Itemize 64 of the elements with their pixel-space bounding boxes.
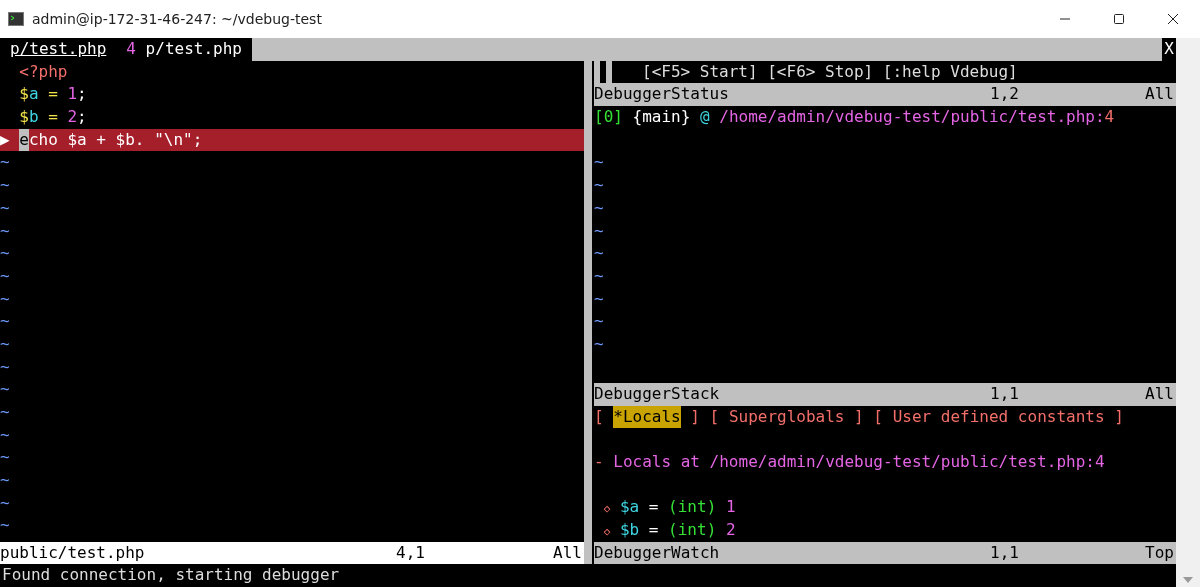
scroll-position: All bbox=[553, 541, 582, 564]
empty-line-marker: ~ bbox=[0, 174, 11, 197]
cursor-position: 1,2 bbox=[990, 83, 1020, 106]
buffer-tab[interactable]: p/test.php bbox=[0, 38, 117, 61]
empty-line-marker: ~ bbox=[0, 469, 11, 492]
status-name: DebuggerStatus bbox=[594, 83, 730, 106]
empty-line-marker: ~ bbox=[0, 378, 11, 401]
empty-line-marker: ~ bbox=[0, 491, 11, 514]
command-line: Found connection, starting debugger bbox=[1, 564, 341, 587]
locals-tab[interactable]: User defined constants bbox=[892, 405, 1105, 429]
empty-line-marker: ~ bbox=[594, 242, 605, 265]
empty-line-marker: ~ bbox=[0, 310, 11, 333]
bracket: ] bbox=[1113, 405, 1124, 428]
empty-line-marker: ~ bbox=[0, 446, 11, 469]
maximize-icon bbox=[1113, 13, 1125, 25]
buffer-tab[interactable]: 4 p/test.php bbox=[116, 38, 252, 61]
status-name: DebuggerStack bbox=[594, 382, 721, 405]
window-title: admin@ip-172-31-46-247: ~/vdebug-test bbox=[32, 11, 323, 27]
close-icon bbox=[1167, 13, 1179, 25]
empty-line-marker: ~ bbox=[0, 332, 11, 355]
empty-line-marker: ~ bbox=[594, 332, 605, 355]
debugger-help-text: [<F5> Start] [<F6> Stop] [:help Vdebug] bbox=[642, 60, 1018, 83]
empty-line-marker: ~ bbox=[0, 264, 11, 287]
empty-line-marker: ~ bbox=[594, 287, 605, 310]
empty-line-marker: ~ bbox=[594, 219, 605, 242]
cursor-position: 4,1 bbox=[396, 541, 426, 564]
locals-tab[interactable]: Superglobals bbox=[728, 405, 845, 429]
empty-line-marker: ~ bbox=[0, 401, 11, 423]
variable-row-text: ◇ $a = (int) 1 bbox=[602, 496, 737, 519]
terminal-icon bbox=[8, 12, 24, 26]
scrollbar[interactable] bbox=[1176, 38, 1200, 587]
empty-line-marker: ~ bbox=[0, 196, 11, 219]
vertical-split-bar[interactable] bbox=[584, 60, 592, 565]
scroll-position: All bbox=[1145, 83, 1174, 106]
empty-line-marker: ~ bbox=[594, 264, 605, 287]
empty-line-marker: ~ bbox=[594, 174, 605, 197]
code-line: $b = 2; bbox=[18, 106, 88, 129]
empty-line-marker: ~ bbox=[594, 310, 605, 333]
locals-tab[interactable]: *Locals bbox=[613, 405, 681, 429]
status-name: public/test.php bbox=[0, 541, 146, 564]
bracket: [ bbox=[594, 405, 605, 428]
empty-line-marker: ~ bbox=[0, 219, 11, 242]
bracket: ] [ bbox=[853, 405, 884, 428]
code-line: <?php bbox=[18, 60, 69, 83]
empty-line-marker: ~ bbox=[0, 242, 11, 265]
stack-frame[interactable]: [0] {main} @ /home/admin/vdebug-test/public/test.php:4 bbox=[594, 106, 1176, 129]
locals-header: - Locals at /home/admin/vdebug-test/public/test.php:4 bbox=[594, 450, 1106, 473]
variable-row-text: ◇ $b = (int) 2 bbox=[602, 518, 737, 541]
cursor-position: 1,1 bbox=[990, 541, 1020, 564]
empty-line-marker: ~ bbox=[0, 514, 11, 537]
empty-line-marker: ~ bbox=[0, 151, 11, 174]
empty-line-marker: ~ bbox=[0, 355, 11, 378]
status-name: DebuggerWatch bbox=[594, 541, 721, 564]
scroll-position: All bbox=[1145, 382, 1174, 405]
code-line: $a = 1; bbox=[18, 83, 88, 106]
bracket: ] [ bbox=[689, 405, 721, 428]
empty-line-marker: ~ bbox=[594, 151, 605, 174]
cursor-position: 1,1 bbox=[990, 382, 1020, 405]
close-tab-button[interactable]: X bbox=[1162, 38, 1176, 61]
empty-line-marker: ~ bbox=[0, 287, 11, 310]
empty-line-marker: ~ bbox=[594, 196, 605, 219]
empty-line-marker: ~ bbox=[0, 423, 11, 446]
scroll-down-icon[interactable] bbox=[1183, 577, 1193, 583]
scroll-position: Top bbox=[1145, 541, 1174, 564]
